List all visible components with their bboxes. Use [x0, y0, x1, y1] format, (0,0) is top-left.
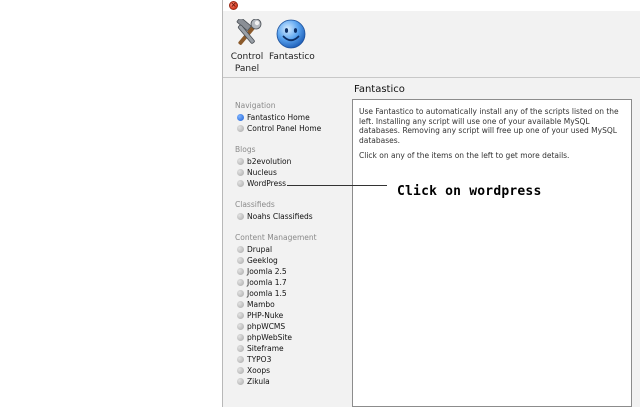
- sidebar-item-label: Drupal: [247, 245, 273, 254]
- bullet-icon: [237, 290, 244, 297]
- fantastico-window: × Control Panel Fantastico Fantastico Na…: [222, 0, 640, 407]
- sidebar-heading-navigation: Navigation: [235, 101, 276, 110]
- sidebar-section-gap: [233, 134, 345, 144]
- sidebar-item-joomla-2-5[interactable]: Joomla 2.5: [233, 266, 345, 277]
- smiley-icon: [276, 19, 306, 49]
- sidebar-heading-blogs: Blogs: [235, 145, 256, 154]
- bullet-icon: [237, 378, 244, 385]
- hammer-wrench-icon: [236, 19, 262, 45]
- bullet-icon: [237, 268, 244, 275]
- control-panel-button[interactable]: Control Panel: [227, 19, 267, 75]
- sidebar-item-label: Joomla 1.7: [247, 278, 287, 287]
- sidebar-item-label: Geeklog: [247, 256, 278, 265]
- sidebar-item-phpwcms[interactable]: phpWCMS: [233, 321, 345, 332]
- sidebar-item-phpwebsite[interactable]: phpWebSite: [233, 332, 345, 343]
- sidebar-item-fantastico-home[interactable]: Fantastico Home: [233, 112, 345, 123]
- bullet-icon: [237, 356, 244, 363]
- sidebar-item-noahs-classifieds[interactable]: Noahs Classifieds: [233, 211, 345, 222]
- sidebar-item-b2evolution[interactable]: b2evolution: [233, 156, 345, 167]
- sidebar-item-label: phpWCMS: [247, 322, 286, 331]
- sidebar-item-label: Mambo: [247, 300, 275, 309]
- bullet-icon: [237, 301, 244, 308]
- bullet-icon: [237, 323, 244, 330]
- sidebar-item-label: Xoops: [247, 366, 270, 375]
- sidebar-item-label: Control Panel Home: [247, 124, 322, 133]
- sidebar-item-label: Joomla 1.5: [247, 289, 287, 298]
- sidebar-item-joomla-1-5[interactable]: Joomla 1.5: [233, 288, 345, 299]
- sidebar-item-label: Fantastico Home: [247, 113, 310, 122]
- fantastico-button[interactable]: Fantastico: [269, 19, 315, 63]
- bullet-icon: [237, 125, 244, 132]
- sidebar-item-label: Nucleus: [247, 168, 277, 177]
- title-bar: ×: [223, 0, 640, 11]
- sidebar-item-mambo[interactable]: Mambo: [233, 299, 345, 310]
- selected-bullet-icon: [237, 114, 244, 121]
- sidebar-item-xoops[interactable]: Xoops: [233, 365, 345, 376]
- sidebar-item-label: TYPO3: [247, 355, 272, 364]
- control-panel-label-line2: Panel: [234, 64, 260, 74]
- sidebar-item-label: Noahs Classifieds: [247, 212, 313, 221]
- page-title: Fantastico: [354, 84, 405, 95]
- fantastico-label: Fantastico: [269, 52, 315, 62]
- sidebar-item-label: WordPress: [247, 179, 287, 188]
- bullet-icon: [237, 257, 244, 264]
- toolbar: Control Panel Fantastico: [223, 11, 640, 76]
- sidebar-item-drupal[interactable]: Drupal: [233, 244, 345, 255]
- bullet-icon: [237, 312, 244, 319]
- callout-pointer-line: [287, 185, 387, 186]
- toolbar-divider: [223, 77, 640, 78]
- bullet-icon: [237, 169, 244, 176]
- sidebar-item-geeklog[interactable]: Geeklog: [233, 255, 345, 266]
- bullet-icon: [237, 345, 244, 352]
- sidebar-section-gap: [233, 189, 345, 199]
- bullet-icon: [237, 213, 244, 220]
- sidebar-item-control-panel-home[interactable]: Control Panel Home: [233, 123, 345, 134]
- sidebar-item-label: b2evolution: [247, 157, 292, 166]
- sidebar-item-label: Siteframe: [247, 344, 284, 353]
- sidebar-item-label: Zikula: [247, 377, 270, 386]
- sidebar-item-label: phpWebSite: [247, 333, 293, 342]
- sidebar-item-php-nuke[interactable]: PHP-Nuke: [233, 310, 345, 321]
- panel-description: Use Fantastico to automatically install …: [359, 107, 619, 145]
- bullet-icon: [237, 180, 244, 187]
- sidebar-item-zikula[interactable]: Zikula: [233, 376, 345, 387]
- sidebar-item-siteframe[interactable]: Siteframe: [233, 343, 345, 354]
- sidebar-item-wordpress[interactable]: WordPress: [233, 178, 345, 189]
- sidebar-item-typo3[interactable]: TYPO3: [233, 354, 345, 365]
- bullet-icon: [237, 158, 244, 165]
- details-panel: Use Fantastico to automatically install …: [352, 99, 632, 407]
- sidebar-heading-classifieds: Classifieds: [235, 200, 275, 209]
- sidebar: Navigation Fantastico Home Control Panel H…: [233, 100, 345, 387]
- bullet-icon: [237, 367, 244, 374]
- callout-annotation: Click on wordpress: [397, 184, 542, 199]
- sidebar-section-gap: [233, 222, 345, 232]
- control-panel-label-line1: Control: [230, 52, 264, 62]
- bullet-icon: [237, 279, 244, 286]
- bullet-icon: [237, 246, 244, 253]
- panel-instruction: Click on any of the items on the left to…: [359, 151, 570, 160]
- sidebar-item-nucleus[interactable]: Nucleus: [233, 167, 345, 178]
- sidebar-item-joomla-1-7[interactable]: Joomla 1.7: [233, 277, 345, 288]
- sidebar-item-label: PHP-Nuke: [247, 311, 284, 320]
- sidebar-item-label: Joomla 2.5: [247, 267, 287, 276]
- close-button[interactable]: ×: [229, 1, 238, 10]
- sidebar-heading-content-management: Content Management: [235, 233, 317, 242]
- bullet-icon: [237, 334, 244, 341]
